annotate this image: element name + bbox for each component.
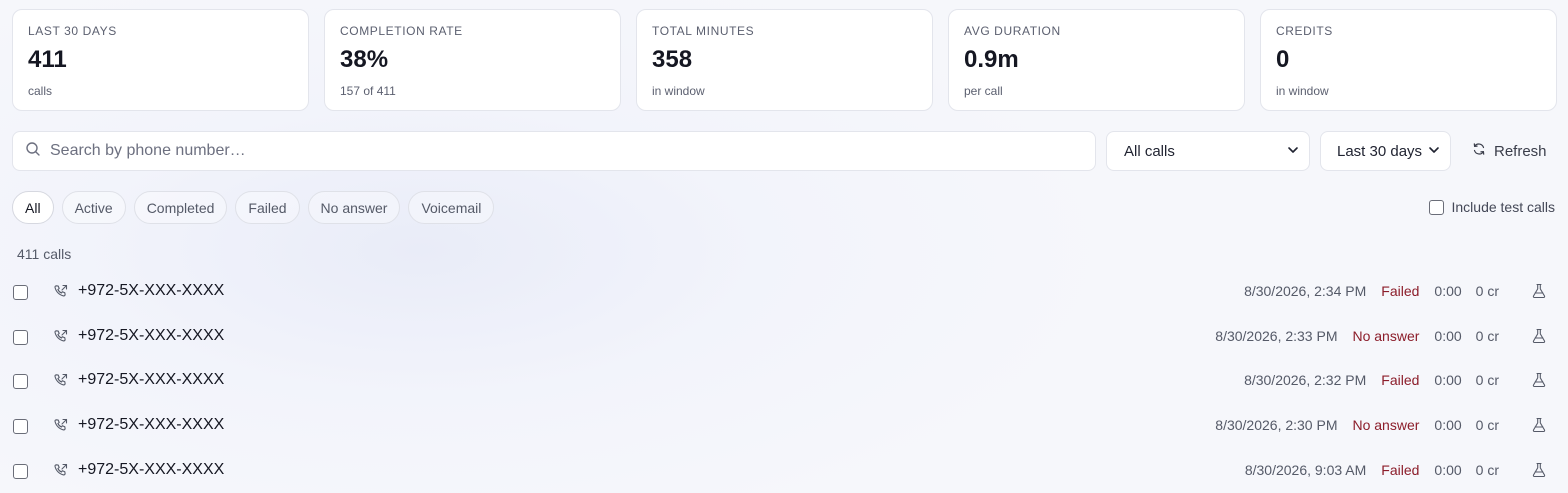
call-count: 411 calls — [17, 246, 72, 262]
stat-value: 0 — [1276, 46, 1290, 73]
phone-number: +972-5X-XXX-XXXX — [78, 326, 225, 344]
call-duration: 0:00 — [1434, 461, 1462, 478]
call-status: Failed — [1381, 283, 1420, 299]
stat-label: AVG DURATION — [964, 24, 1061, 38]
stat-sub: 157 of 411 — [340, 84, 396, 98]
stat-label: COMPLETION RATE — [340, 24, 463, 38]
call-datetime: 8/30/2026, 2:32 PM — [1244, 372, 1367, 389]
include-test-calls-toggle[interactable]: Include test calls — [1428, 199, 1556, 215]
search-box[interactable] — [12, 131, 1096, 171]
chip-all[interactable]: All — [12, 191, 54, 224]
include-test-calls-checkbox[interactable] — [1428, 199, 1444, 215]
call-datetime: 8/30/2026, 9:03 AM — [1244, 461, 1367, 478]
stat-value: 0.9m — [964, 46, 1019, 73]
stat-sub: in window — [1276, 84, 1329, 98]
search-icon — [25, 141, 41, 162]
row-checkbox[interactable] — [13, 329, 28, 345]
call-row[interactable]: +972-5X-XXX-XXXX 8/30/2026, 9:03 AM Fail… — [0, 448, 1568, 493]
stat-sub: calls — [28, 84, 53, 98]
phone-number: +972-5X-XXX-XXXX — [78, 282, 225, 299]
call-type-selected: All calls — [1124, 142, 1175, 160]
flask-icon[interactable] — [1531, 328, 1547, 344]
stat-card-total-minutes: TOTAL MINUTES 358 in window — [636, 9, 933, 111]
refresh-icon — [1472, 142, 1494, 160]
call-meta: 8/30/2026, 2:32 PM Failed 0:00 0 cr — [1244, 372, 1499, 388]
chip-failed[interactable]: Failed — [235, 191, 300, 224]
call-duration: 0:00 — [1434, 372, 1462, 389]
call-credits: 0 cr — [1475, 283, 1499, 299]
phone-outgoing-icon — [53, 418, 68, 433]
chevron-down-icon — [1287, 143, 1299, 160]
stat-card-completion-rate: COMPLETION RATE 38% 157 of 411 — [324, 9, 621, 111]
call-list: +972-5X-XXX-XXXX 8/30/2026, 2:34 PM Fail… — [0, 269, 1568, 492]
stat-value: 358 — [652, 46, 693, 73]
flask-icon[interactable] — [1531, 462, 1547, 478]
call-meta: 8/30/2026, 2:30 PM No answer 0:00 0 cr — [1215, 417, 1499, 433]
call-credits: 0 cr — [1475, 461, 1499, 478]
call-duration: 0:00 — [1434, 417, 1462, 434]
flask-icon[interactable] — [1531, 417, 1547, 433]
stat-label: CREDITS — [1276, 24, 1333, 38]
call-datetime: 8/30/2026, 2:30 PM — [1215, 417, 1338, 434]
call-status: Failed — [1381, 461, 1420, 478]
stat-card-last-30-days: LAST 30 DAYS 411 calls — [12, 9, 309, 111]
toolbar: All calls Last 30 days Refresh — [12, 131, 1557, 171]
chip-completed[interactable]: Completed — [133, 191, 228, 224]
flask-icon[interactable] — [1531, 283, 1547, 299]
call-row[interactable]: +972-5X-XXX-XXXX 8/30/2026, 2:34 PM Fail… — [0, 269, 1568, 314]
call-row[interactable]: +972-5X-XXX-XXXX 8/30/2026, 2:32 PM Fail… — [0, 358, 1568, 403]
chip-active[interactable]: Active — [61, 191, 126, 224]
call-type-select[interactable]: All calls — [1106, 131, 1310, 171]
stat-value: 411 — [28, 46, 67, 73]
stats-row: LAST 30 DAYS 411 calls COMPLETION RATE 3… — [12, 9, 1557, 111]
stat-sub: per call — [964, 84, 1003, 98]
call-credits: 0 cr — [1475, 417, 1499, 434]
phone-number: +972-5X-XXX-XXXX — [78, 416, 225, 434]
stat-value: 38% — [340, 46, 389, 73]
include-test-calls-label: Include test calls — [1451, 199, 1556, 215]
call-datetime: 8/30/2026, 2:34 PM — [1244, 283, 1367, 299]
call-meta: 8/30/2026, 2:33 PM No answer 0:00 0 cr — [1215, 328, 1499, 344]
chevron-down-icon — [1428, 143, 1440, 160]
row-checkbox[interactable] — [13, 419, 28, 435]
row-checkbox[interactable] — [13, 285, 28, 300]
phone-number: +972-5X-XXX-XXXX — [78, 460, 225, 478]
call-credits: 0 cr — [1475, 327, 1499, 344]
call-status: No answer — [1352, 417, 1420, 434]
row-checkbox[interactable] — [13, 463, 28, 479]
stat-sub: in window — [652, 84, 705, 98]
date-range-select[interactable]: Last 30 days — [1320, 131, 1451, 171]
stat-card-credits: CREDITS 0 in window — [1260, 9, 1557, 111]
row-checkbox[interactable] — [13, 374, 28, 390]
phone-outgoing-icon — [53, 373, 68, 388]
phone-outgoing-icon — [53, 463, 68, 478]
call-row[interactable]: +972-5X-XXX-XXXX 8/30/2026, 2:30 PM No a… — [0, 403, 1568, 448]
phone-outgoing-icon — [53, 329, 68, 344]
call-status: Failed — [1381, 372, 1420, 389]
call-meta: 8/30/2026, 9:03 AM Failed 0:00 0 cr — [1245, 462, 1499, 478]
call-duration: 0:00 — [1434, 283, 1462, 299]
search-input[interactable] — [50, 142, 1050, 160]
refresh-label: Refresh — [1494, 142, 1547, 160]
chip-no-answer[interactable]: No answer — [307, 191, 401, 224]
stat-label: TOTAL MINUTES — [652, 24, 755, 38]
chip-voicemail[interactable]: Voicemail — [408, 191, 495, 224]
call-status: No answer — [1352, 327, 1420, 344]
flask-icon[interactable] — [1531, 372, 1547, 388]
call-row[interactable]: +972-5X-XXX-XXXX 8/30/2026, 2:33 PM No a… — [0, 314, 1568, 359]
call-duration: 0:00 — [1434, 327, 1462, 344]
date-range-selected: Last 30 days — [1337, 142, 1423, 160]
stat-card-avg-duration: AVG DURATION 0.9m per call — [948, 9, 1245, 111]
call-meta: 8/30/2026, 2:34 PM Failed 0:00 0 cr — [1244, 283, 1499, 299]
refresh-button[interactable]: Refresh — [1472, 131, 1547, 171]
phone-outgoing-icon — [53, 284, 68, 299]
call-datetime: 8/30/2026, 2:33 PM — [1215, 327, 1338, 344]
phone-number: +972-5X-XXX-XXXX — [78, 371, 225, 389]
stat-label: LAST 30 DAYS — [28, 24, 117, 38]
call-credits: 0 cr — [1475, 372, 1499, 389]
status-filter-chips: All Active Completed Failed No answer Vo… — [12, 191, 495, 224]
